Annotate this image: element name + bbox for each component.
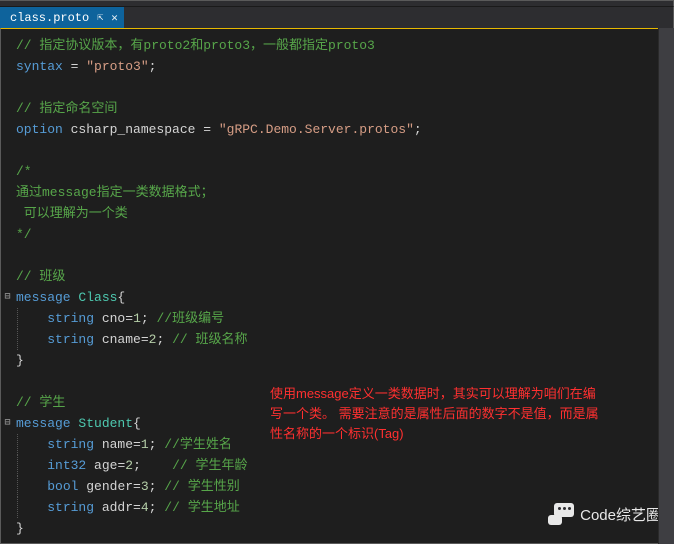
type-name: Class: [71, 290, 118, 305]
comment: 通过message指定一类数据格式；: [16, 185, 214, 200]
type-name: Student: [71, 416, 133, 431]
indent-guide: [17, 497, 18, 518]
tab-filename: class.proto: [10, 11, 89, 25]
keyword: option: [16, 122, 63, 137]
comment: */: [16, 227, 32, 242]
indent-guide: [17, 476, 18, 497]
string: "proto3": [86, 59, 148, 74]
fold-toggle[interactable]: ⊟: [1, 413, 14, 434]
indent-guide: [17, 434, 18, 455]
vertical-scrollbar[interactable]: [658, 28, 674, 544]
keyword: syntax: [16, 59, 63, 74]
comment: // 班级: [16, 269, 65, 284]
annotation-overlay: 使用message定义一类数据时，其实可以理解为咱们在编 写一个类。 需要注意的…: [270, 384, 670, 444]
code-area[interactable]: // 指定协议版本，有proto2和proto3，一般都指定proto3 syn…: [14, 29, 673, 543]
comment: /*: [16, 164, 32, 179]
fold-toggle[interactable]: ⊟: [1, 287, 14, 308]
tab-bar: class.proto ⇱ ✕: [0, 6, 674, 28]
fold-gutter: ⊟ ⊟: [1, 29, 14, 543]
file-tab-class-proto[interactable]: class.proto ⇱ ✕: [0, 7, 125, 28]
watermark-text: Code综艺圈: [580, 504, 661, 525]
close-icon[interactable]: ✕: [111, 11, 118, 25]
chat-bubble-icon: [548, 503, 574, 525]
comment: // 指定命名空间: [16, 101, 117, 116]
string: "gRPC.Demo.Server.protos": [219, 122, 414, 137]
annotation-line: 使用message定义一类数据时，其实可以理解为咱们在编: [270, 384, 670, 404]
indent-guide: [17, 455, 18, 476]
indent-guide: [17, 308, 18, 329]
pin-icon[interactable]: ⇱: [97, 12, 103, 24]
comment: // 学生: [16, 395, 65, 410]
indent-guide: [17, 329, 18, 350]
annotation-line: 写一个类。 需要注意的是属性后面的数字不是值，而是属: [270, 404, 670, 424]
keyword: message: [16, 290, 71, 305]
comment: // 指定协议版本，有proto2和proto3，一般都指定proto3: [16, 38, 375, 53]
keyword: message: [16, 416, 71, 431]
code-editor[interactable]: ⊟ ⊟ // 指定协议版本，有proto2和proto3，一般都指定proto3…: [0, 28, 674, 544]
annotation-line: 性名称的一个标识(Tag): [270, 424, 670, 444]
watermark: Code综艺圈: [548, 503, 661, 525]
comment: 可以理解为一个类: [16, 206, 128, 221]
